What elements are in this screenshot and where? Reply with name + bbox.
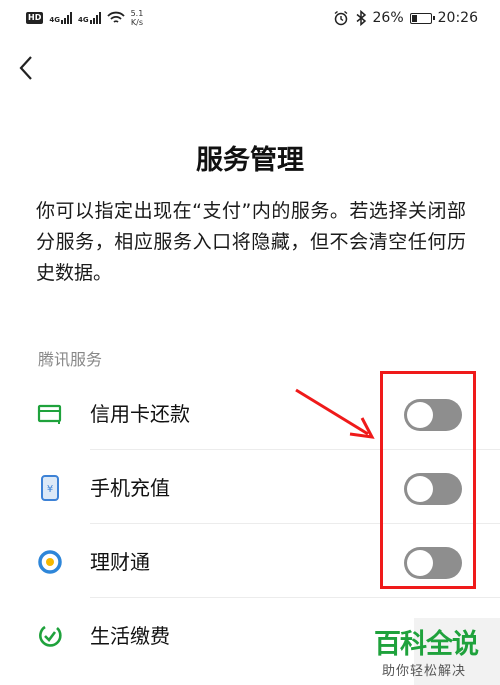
credit-card-icon [36,400,64,428]
status-right: 26% 20:26 [333,7,478,29]
status-left: HD 4G 4G 5.1 K/s [26,6,143,30]
utility-payment-icon [36,622,64,650]
network-type-2: 4G [77,16,89,24]
network-speed: 5.1 K/s [130,9,144,27]
page-title: 服务管理 [196,145,304,176]
annotation-highlight-box [380,371,476,589]
item-label: 手机充值 [90,476,170,500]
phone-topup-icon: ¥ [36,474,64,502]
watermark-subtitle: 助你轻松解决 [382,664,467,679]
item-label: 理财通 [90,550,150,574]
annotation-arrow-icon [295,388,375,439]
battery-percent: 26% [372,10,404,26]
battery-icon [409,12,435,24]
watermark-title: 百科全说 [374,629,479,660]
status-bar: HD 4G 4G 5.1 K/s 26% 20:26 [0,0,500,36]
signal-1-icon: 4G [49,12,72,24]
signal-2-icon: 4G [78,12,101,24]
bluetooth-icon [356,10,366,26]
chevron-left-icon [19,56,32,80]
wealth-icon [36,548,64,576]
item-label: 生活缴费 [90,624,170,648]
clock: 20:26 [437,10,478,26]
svg-text:¥: ¥ [47,484,53,495]
alarm-icon [334,10,347,26]
section-header: 腾讯服务 [38,350,103,369]
network-type-1: 4G [49,16,60,24]
back-button[interactable] [12,52,40,84]
watermark: 百科全说 助你轻松解决 [372,618,500,685]
wifi-icon [106,11,125,23]
page-description: 你可以指定出现在“支付”内的服务。若选择关闭部分服务，相应服务入口将隐藏，但不会… [36,200,466,284]
hd-badge: HD [26,12,44,24]
item-label: 信用卡还款 [90,402,190,426]
